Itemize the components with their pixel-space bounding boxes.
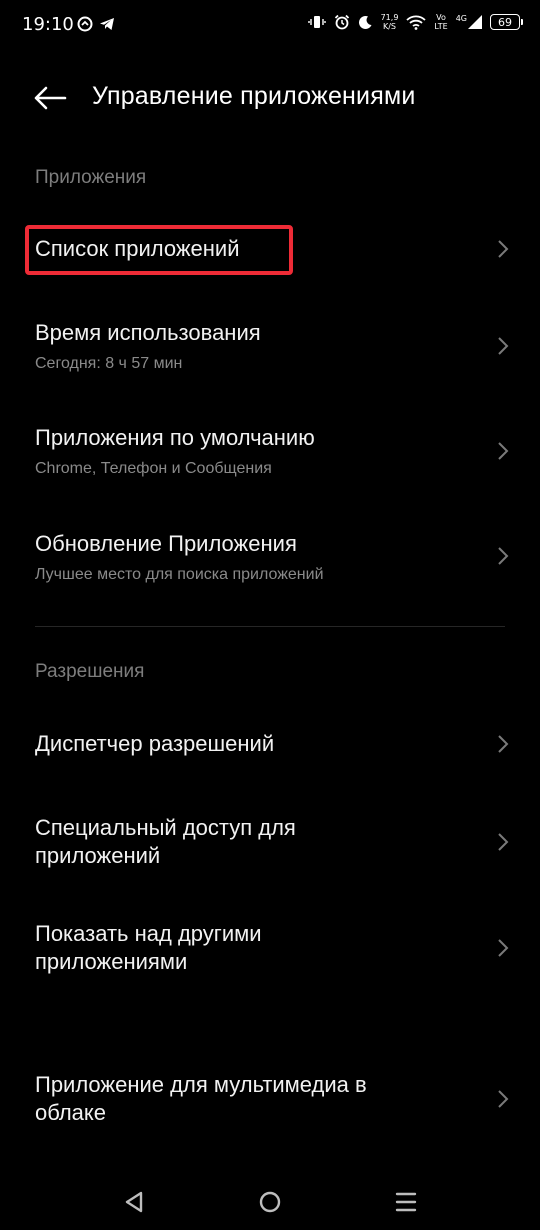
nav-back-button[interactable]	[116, 1184, 152, 1220]
nav-home-button[interactable]	[252, 1184, 288, 1220]
nav-menu-button[interactable]	[388, 1184, 424, 1220]
navigation-bar	[0, 1170, 540, 1230]
app-bar: Управление приложениями	[0, 70, 540, 126]
list-item-special-access[interactable]: Специальный доступ для приложений	[0, 806, 540, 878]
chevron-right-icon	[498, 1090, 509, 1108]
circle-home-icon	[259, 1191, 281, 1213]
hamburger-menu-icon	[395, 1192, 417, 1212]
item-subtitle: Лучшее место для поиска приложений	[35, 566, 324, 583]
item-title-line2: облаке	[35, 1100, 107, 1125]
item-title: Список приложений	[35, 236, 240, 261]
wifi-icon	[406, 15, 427, 30]
arrow-left-icon	[34, 86, 67, 110]
chevron-right-icon	[498, 833, 509, 851]
item-title-line1: Специальный доступ для	[35, 815, 296, 840]
vibrate-icon	[307, 16, 326, 28]
item-title: Приложения по умолчанию	[35, 425, 315, 450]
item-title-line1: Показать над другими	[35, 921, 262, 946]
page-title: Управление приложениями	[92, 82, 416, 110]
battery-indicator: 69	[490, 14, 523, 30]
status-bar: 19:10 71,9 K/S Vo LTE 4G 69	[0, 0, 540, 52]
section-label-permissions: Разрешения	[35, 661, 145, 682]
list-item-permission-manager[interactable]: Диспетчер разрешений	[0, 716, 540, 772]
alarm-icon	[334, 14, 349, 30]
list-item-display-over-apps[interactable]: Показать над другими приложениями	[0, 912, 540, 984]
chevron-right-icon	[498, 240, 509, 258]
chevron-right-icon	[498, 939, 509, 957]
back-button[interactable]	[30, 78, 70, 118]
section-label-apps: Приложения	[35, 167, 147, 188]
list-item-usage-time[interactable]: Время использования Сегодня: 8 ч 57 мин	[0, 310, 540, 384]
chevron-right-icon	[498, 442, 509, 460]
item-title: Обновление Приложения	[35, 531, 297, 556]
item-title-line1: Приложение для мультимедиа в	[35, 1072, 367, 1097]
item-title-line2: приложениями	[35, 949, 188, 974]
chevron-right-icon	[498, 735, 509, 753]
cellular-signal-icon: 4G	[456, 15, 482, 29]
list-item-cloud-media-app[interactable]: Приложение для мультимедиа в облаке	[0, 1063, 540, 1135]
triangle-back-icon	[125, 1191, 143, 1213]
item-title-line2: приложений	[35, 843, 161, 868]
list-item-app-update[interactable]: Обновление Приложения Лучшее место для п…	[0, 520, 540, 594]
volte-indicator: Vo LTE	[434, 13, 448, 31]
list-item-app-list[interactable]: Список приложений	[0, 222, 540, 278]
item-subtitle: Chrome, Телефон и Сообщения	[35, 460, 272, 477]
item-subtitle: Сегодня: 8 ч 57 мин	[35, 355, 183, 372]
chevron-right-icon	[498, 337, 509, 355]
item-title: Диспетчер разрешений	[35, 731, 275, 756]
section-divider	[35, 626, 505, 627]
telegram-icon	[100, 18, 114, 30]
do-not-disturb-moon-icon	[358, 15, 372, 29]
status-time: 19:10	[22, 14, 74, 35]
network-speed: 71,9 K/S	[380, 13, 399, 31]
item-title: Время использования	[35, 320, 261, 345]
messenger-icon	[77, 16, 93, 32]
chevron-right-icon	[498, 547, 509, 565]
list-item-default-apps[interactable]: Приложения по умолчанию Chrome, Телефон …	[0, 415, 540, 489]
